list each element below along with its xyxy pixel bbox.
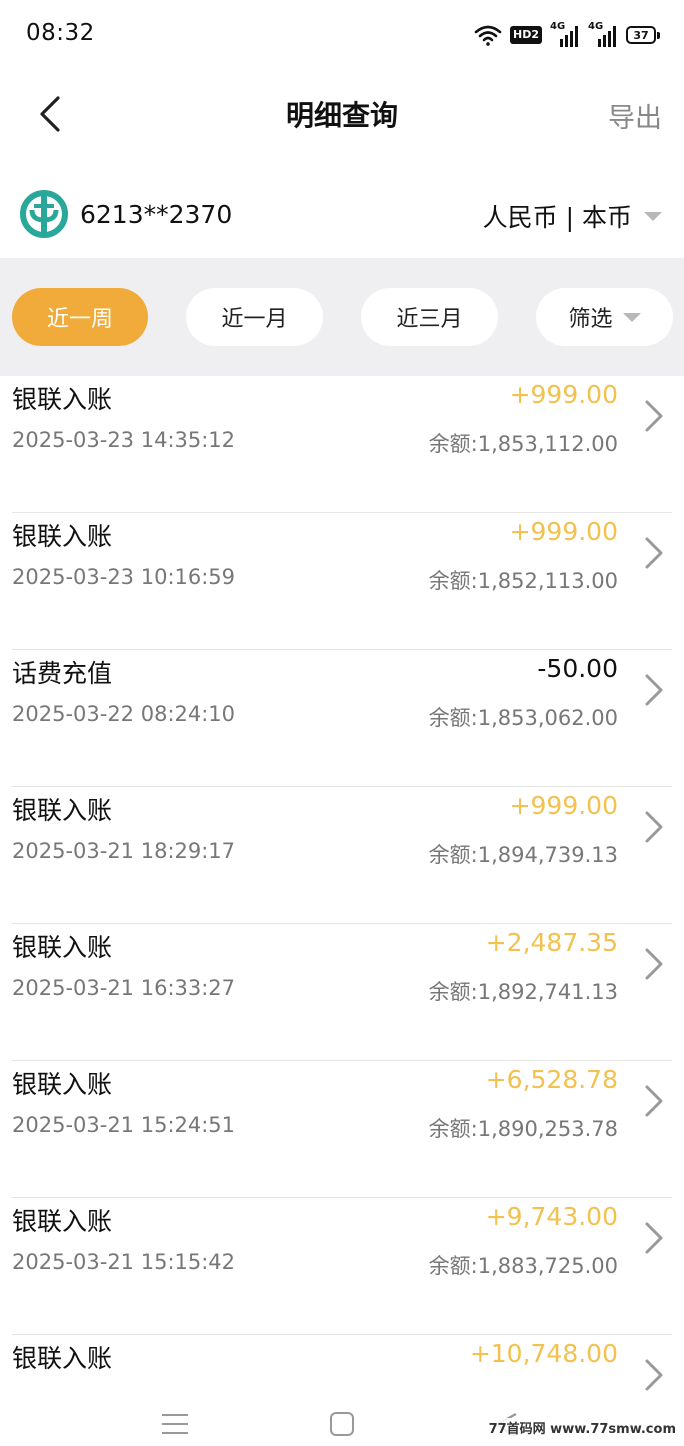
transaction-row[interactable]: 银联入账 2025-03-21 15:24:51 +6,528.78 余额:1,…	[0, 1061, 684, 1198]
page-title: 明细查询	[285, 99, 398, 132]
dropdown-triangle-icon	[622, 312, 641, 322]
dropdown-triangle-icon	[644, 211, 662, 221]
transaction-time: 2025-03-21 15:24:51	[12, 1113, 236, 1137]
transaction-title: 银联入账	[12, 1344, 113, 1373]
transaction-title: 银联入账	[12, 522, 113, 551]
export-button[interactable]: 导出	[608, 96, 662, 135]
account-number: 6213**2370	[80, 200, 233, 229]
transaction-row[interactable]: 话费充值 2025-03-22 08:24:10 -50.00 余额:1,853…	[0, 650, 684, 787]
signal-icon-2: 4G	[588, 21, 618, 47]
system-nav-bar: 77首码网 www.77smw.com	[0, 1394, 684, 1446]
battery-icon: 37	[626, 26, 660, 44]
battery-level: 37	[626, 26, 656, 44]
filter-bar: 近一周 近一月 近三月 筛选	[0, 258, 684, 376]
transaction-list[interactable]: 银联入账 2025-03-23 14:35:12 +999.00 余额:1,85…	[0, 376, 684, 1394]
transaction-balance: 余额:1,892,741.13	[428, 980, 618, 1004]
transaction-row[interactable]: 银联入账 2025-03-21 18:29:17 +999.00 余额:1,89…	[0, 787, 684, 924]
currency-label: 人民币 | 本币	[482, 203, 632, 232]
chevron-right-icon	[645, 537, 663, 569]
transaction-title: 银联入账	[12, 1207, 113, 1236]
transaction-balance: 余额:1,853,062.00	[428, 706, 618, 730]
transaction-balance: 余额:1,890,253.78	[428, 1117, 618, 1141]
transaction-time: 2025-03-21 16:33:27	[12, 976, 236, 1000]
transaction-amount: -50.00	[537, 654, 618, 683]
agricultural-bank-logo-icon	[20, 190, 68, 238]
currency-select[interactable]: 人民币 | 本币	[483, 198, 662, 234]
transaction-amount: +999.00	[509, 517, 618, 546]
transaction-amount: +2,487.35	[485, 928, 618, 957]
transaction-time: 2025-03-23 10:16:59	[12, 565, 236, 589]
chevron-right-icon	[645, 674, 663, 706]
chevron-right-icon	[645, 1359, 663, 1391]
transaction-row[interactable]: 银联入账 +10,748.00	[0, 1335, 684, 1394]
transaction-amount: +999.00	[509, 791, 618, 820]
status-bar: 08:32 HD2 4G 4G 37	[0, 0, 684, 72]
transaction-title: 银联入账	[12, 1070, 113, 1099]
status-icons: HD2 4G 4G 37	[474, 20, 660, 50]
filter-chip-week[interactable]: 近一周	[12, 288, 148, 346]
chevron-right-icon	[645, 811, 663, 843]
transaction-balance: 余额:1,894,739.13	[428, 843, 618, 867]
chevron-right-icon	[645, 1222, 663, 1254]
status-time: 08:32	[26, 20, 95, 46]
filter-chip-filter[interactable]: 筛选	[536, 288, 673, 346]
transaction-row[interactable]: 银联入账 2025-03-21 16:33:27 +2,487.35 余额:1,…	[0, 924, 684, 1061]
transaction-title: 银联入账	[12, 796, 113, 825]
transaction-time: 2025-03-21 15:15:42	[12, 1250, 236, 1274]
signal-icon-1: 4G	[550, 21, 580, 47]
transaction-time: 2025-03-23 14:35:12	[12, 428, 236, 452]
transaction-amount: +10,748.00	[469, 1339, 618, 1368]
transaction-row[interactable]: 银联入账 2025-03-23 14:35:12 +999.00 余额:1,85…	[0, 376, 684, 513]
transaction-amount: +999.00	[509, 380, 618, 409]
account-row: 6213**2370 人民币 | 本币	[0, 172, 684, 256]
transaction-balance: 余额:1,853,112.00	[428, 432, 618, 456]
hd-badge: HD2	[510, 26, 542, 44]
transaction-time: 2025-03-21 18:29:17	[12, 839, 236, 863]
home-icon[interactable]	[330, 1412, 354, 1436]
transaction-balance: 余额:1,883,725.00	[428, 1254, 618, 1278]
wifi-icon	[474, 24, 502, 46]
chevron-right-icon	[645, 1085, 663, 1117]
header: 明细查询 导出	[0, 72, 684, 156]
transaction-row[interactable]: 银联入账 2025-03-21 15:15:42 +9,743.00 余额:1,…	[0, 1198, 684, 1335]
watermark: 77首码网 www.77smw.com	[486, 1418, 678, 1437]
transaction-row[interactable]: 银联入账 2025-03-23 10:16:59 +999.00 余额:1,85…	[0, 513, 684, 650]
chevron-right-icon	[645, 948, 663, 980]
transaction-title: 话费充值	[12, 659, 113, 688]
filter-chip-three-months[interactable]: 近三月	[361, 288, 498, 346]
chevron-right-icon	[645, 400, 663, 432]
transaction-time: 2025-03-22 08:24:10	[12, 702, 236, 726]
transaction-balance: 余额:1,852,113.00	[428, 569, 618, 593]
transaction-amount: +9,743.00	[485, 1202, 618, 1231]
transaction-title: 银联入账	[12, 933, 113, 962]
transaction-title: 银联入账	[12, 385, 113, 414]
menu-icon[interactable]	[162, 1414, 188, 1434]
transaction-amount: +6,528.78	[485, 1065, 618, 1094]
filter-chip-month[interactable]: 近一月	[186, 288, 323, 346]
